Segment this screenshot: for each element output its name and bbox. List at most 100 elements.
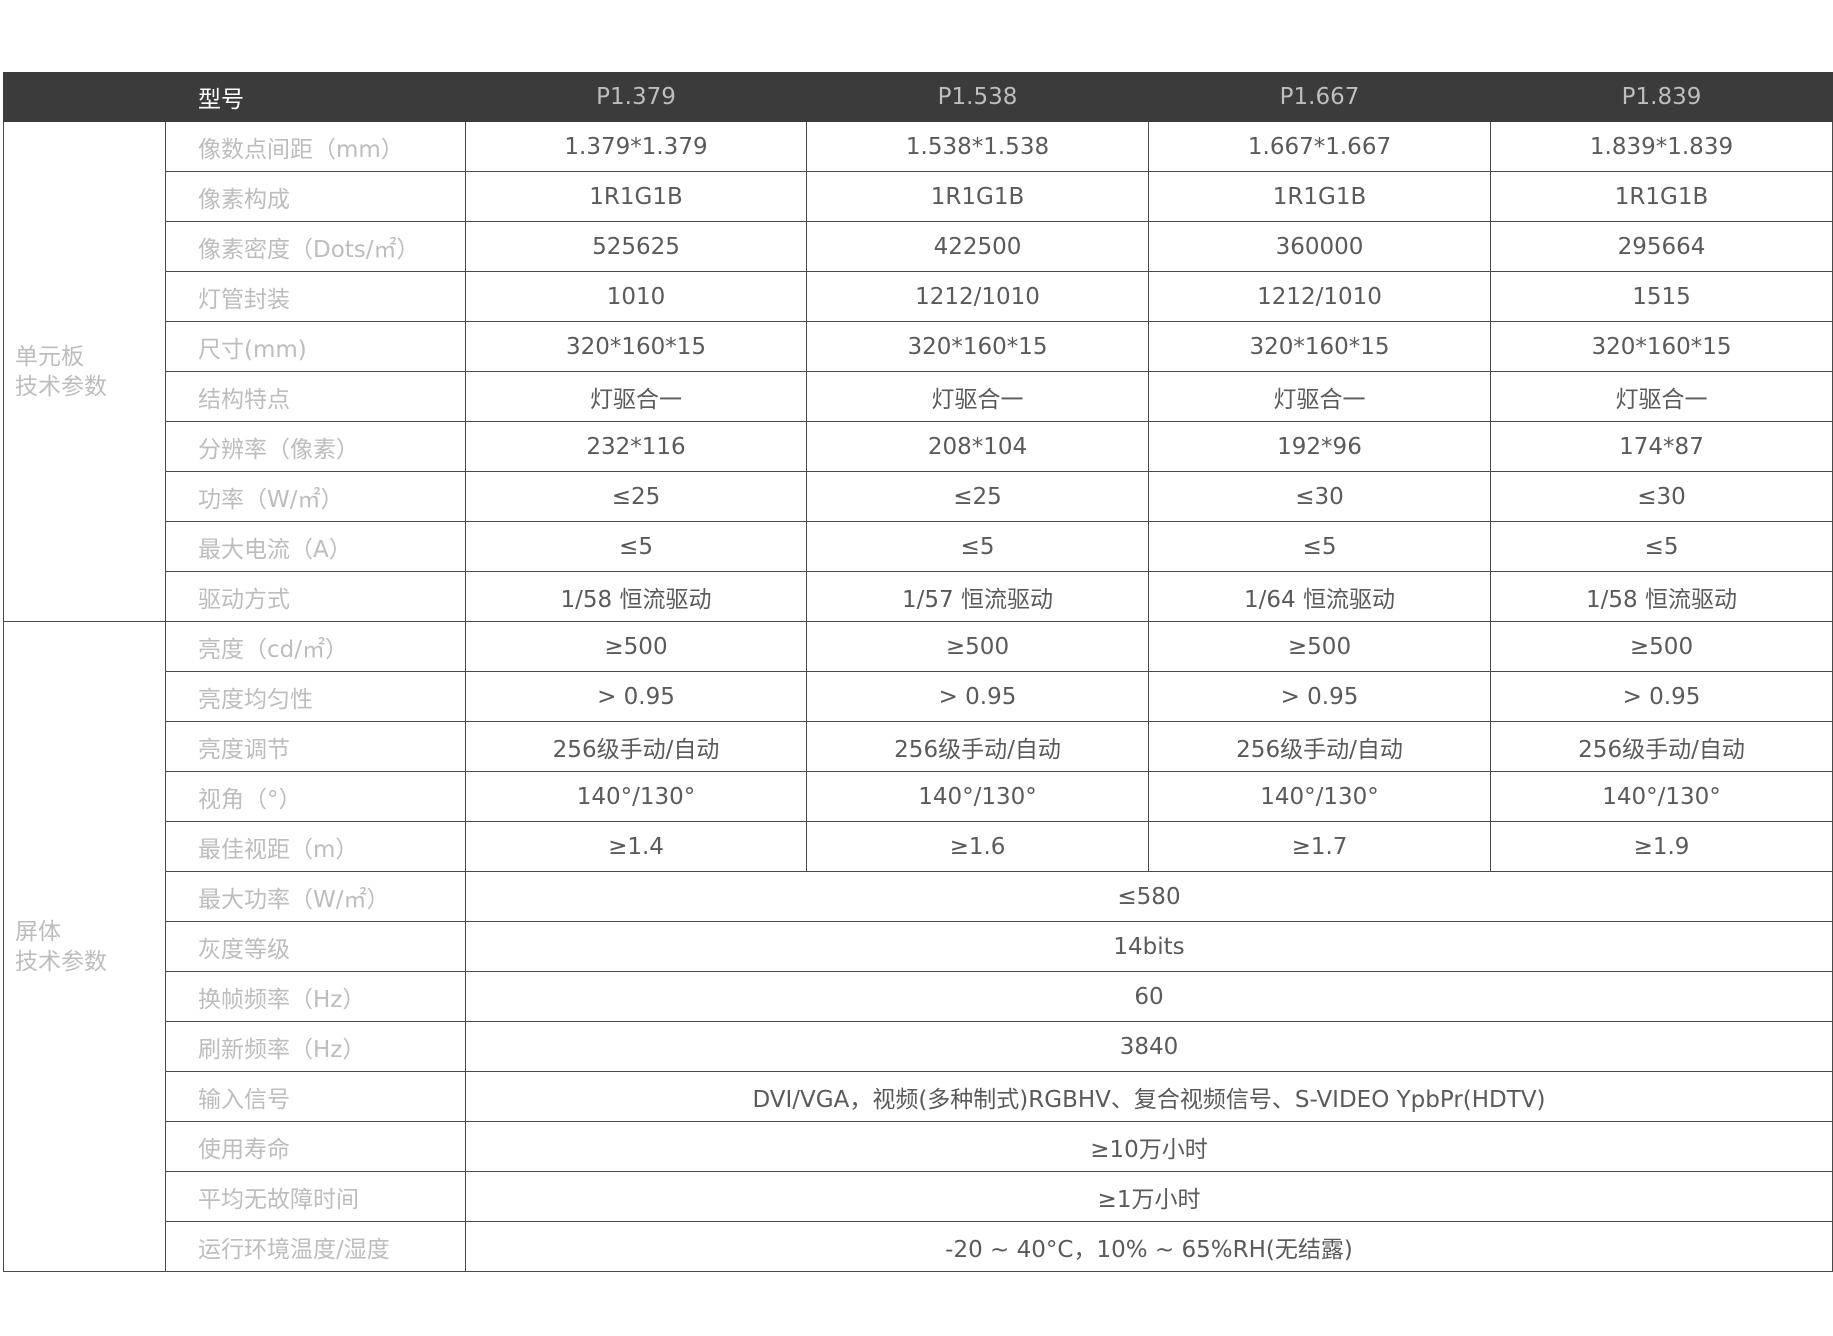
table-row: 最大电流（A） ≤5 ≤5 ≤5 ≤5 (4, 521, 1833, 572)
value-cell: 灯驱合一 (806, 371, 1149, 422)
param-label: 最大电流（A） (165, 521, 466, 572)
param-label: 最大功率（W/㎡） (165, 871, 466, 922)
value-cell: 256级手动/自动 (1490, 721, 1833, 772)
value-cell: 1/64 恒流驱动 (1148, 571, 1491, 622)
value-cell: ≤25 (465, 471, 807, 522)
value-cell: 140°/130° (1148, 771, 1491, 822)
value-cell: 320*160*15 (1490, 321, 1833, 372)
table-row: 亮度调节 256级手动/自动 256级手动/自动 256级手动/自动 256级手动/自动 (4, 721, 1833, 772)
param-label: 输入信号 (165, 1071, 466, 1122)
param-label: 亮度均匀性 (165, 671, 466, 722)
param-label: 视角（°） (165, 771, 466, 822)
table-row: 功率（W/㎡） ≤25 ≤25 ≤30 ≤30 (4, 471, 1833, 522)
table-row: 最大功率（W/㎡） ≤580 (4, 871, 1833, 922)
table-row: 运行环境温度/湿度 -20 ~ 40°C，10% ~ 65%RH(无结露) (4, 1221, 1833, 1272)
param-label: 最佳视距（m） (165, 821, 466, 872)
param-label: 分辨率（像素） (165, 421, 466, 472)
table-row: 换帧频率（Hz） 60 (4, 971, 1833, 1022)
value-cell: 320*160*15 (1148, 321, 1491, 372)
value-cell: 208*104 (806, 421, 1149, 472)
value-cell: ≤5 (1490, 521, 1833, 572)
value-cell: 1212/1010 (806, 271, 1149, 322)
param-label: 像数点间距（mm） (165, 121, 466, 172)
table-row: 尺寸(mm) 320*160*15 320*160*15 320*160*15 320*… (4, 321, 1833, 372)
header-row: 型号 P1.379 P1.538 P1.667 P1.839 (3, 72, 1833, 122)
merged-value-cell: ≥10万小时 (465, 1121, 1833, 1172)
group-label-line: 屏体 (15, 918, 61, 945)
value-cell: 320*160*15 (465, 321, 807, 372)
merged-value-cell: ≥1万小时 (465, 1171, 1833, 1222)
value-cell: > 0.95 (1490, 671, 1833, 722)
value-cell: ≤30 (1148, 471, 1491, 522)
value-cell: 232*116 (465, 421, 807, 472)
value-cell: 140°/130° (806, 771, 1149, 822)
param-label: 驱动方式 (165, 571, 466, 622)
table-row: 结构特点 灯驱合一 灯驱合一 灯驱合一 灯驱合一 (4, 371, 1833, 422)
table-row: 亮度均匀性 > 0.95 > 0.95 > 0.95 > 0.95 (4, 671, 1833, 722)
value-cell: ≤5 (465, 521, 807, 572)
table-row: 使用寿命 ≥10万小时 (4, 1121, 1833, 1172)
param-label: 亮度调节 (165, 721, 466, 772)
value-cell: 1R1G1B (1490, 171, 1833, 222)
value-cell: 192*96 (1148, 421, 1491, 472)
model-header: P1.667 (1148, 72, 1491, 122)
value-cell: ≤5 (806, 521, 1149, 572)
value-cell: 1.538*1.538 (806, 121, 1149, 172)
value-cell: 140°/130° (465, 771, 807, 822)
value-cell: 256级手动/自动 (465, 721, 807, 772)
value-cell: 灯驱合一 (465, 371, 807, 422)
value-cell: ≥1.6 (806, 821, 1149, 872)
param-label: 运行环境温度/湿度 (165, 1221, 466, 1272)
value-cell: 1515 (1490, 271, 1833, 322)
value-cell: 140°/130° (1490, 771, 1833, 822)
merged-value-cell: 3840 (465, 1021, 1833, 1072)
table-row: 灰度等级 14bits (4, 921, 1833, 972)
value-cell: 256级手动/自动 (1148, 721, 1491, 772)
model-label: 型号 (165, 72, 466, 122)
table-row: 输入信号 DVI/VGA，视频(多种制式)RGBHV、复合视频信号、S-VIDEO… (4, 1071, 1833, 1122)
table-row: 平均无故障时间 ≥1万小时 (4, 1171, 1833, 1222)
header-blank-cell (3, 72, 166, 122)
param-label: 换帧频率（Hz） (165, 971, 466, 1022)
table-row: 分辨率（像素） 232*116 208*104 192*96 174*87 (4, 421, 1833, 472)
table-row: 像素构成 1R1G1B 1R1G1B 1R1G1B 1R1G1B (4, 171, 1833, 222)
value-cell: 1R1G1B (1148, 171, 1491, 222)
param-label: 平均无故障时间 (165, 1171, 466, 1222)
model-header: P1.538 (806, 72, 1149, 122)
value-cell: 1.667*1.667 (1148, 121, 1491, 172)
merged-value-cell: ≤580 (465, 871, 1833, 922)
value-cell: 1/57 恒流驱动 (806, 571, 1149, 622)
value-cell: 灯驱合一 (1148, 371, 1491, 422)
group-label-screen: 屏体 技术参数 (3, 621, 166, 1272)
value-cell: ≥500 (806, 621, 1149, 672)
table-row: 像素密度（Dots/㎡） 525625 422500 360000 295664 (4, 221, 1833, 272)
group-label-line: 单元板 (15, 343, 84, 370)
param-label: 尺寸(mm) (165, 321, 466, 372)
param-label: 像素密度（Dots/㎡） (165, 221, 466, 272)
value-cell: 灯驱合一 (1490, 371, 1833, 422)
value-cell: ≥500 (465, 621, 807, 672)
table-row: 屏体 技术参数 亮度（cd/㎡） ≥500 ≥500 ≥500 ≥500 (3, 621, 1833, 1272)
merged-value-cell: 14bits (465, 921, 1833, 972)
group-label-line: 技术参数 (15, 948, 107, 975)
value-cell: 256级手动/自动 (806, 721, 1149, 772)
param-label: 灰度等级 (165, 921, 466, 972)
param-label: 像素构成 (165, 171, 466, 222)
merged-value-cell: -20 ~ 40°C，10% ~ 65%RH(无结露) (465, 1221, 1833, 1272)
model-header: P1.379 (465, 72, 807, 122)
value-cell: ≥500 (1148, 621, 1491, 672)
value-cell: 320*160*15 (806, 321, 1149, 372)
value-cell: ≥1.7 (1148, 821, 1491, 872)
merged-value-cell: DVI/VGA，视频(多种制式)RGBHV、复合视频信号、S-VIDEO Ypb… (465, 1071, 1833, 1122)
value-cell: ≥500 (1490, 621, 1833, 672)
value-cell: ≥1.9 (1490, 821, 1833, 872)
value-cell: 1R1G1B (465, 171, 807, 222)
value-cell: 1.839*1.839 (1490, 121, 1833, 172)
value-cell: 360000 (1148, 221, 1491, 272)
value-cell: ≤5 (1148, 521, 1491, 572)
param-label: 亮度（cd/㎡） (165, 621, 466, 672)
table-row: 驱动方式 1/58 恒流驱动 1/57 恒流驱动 1/64 恒流驱动 1/58 恒流驱动 (4, 571, 1833, 622)
value-cell: 1/58 恒流驱动 (465, 571, 807, 622)
value-cell: 1/58 恒流驱动 (1490, 571, 1833, 622)
value-cell: 174*87 (1490, 421, 1833, 472)
